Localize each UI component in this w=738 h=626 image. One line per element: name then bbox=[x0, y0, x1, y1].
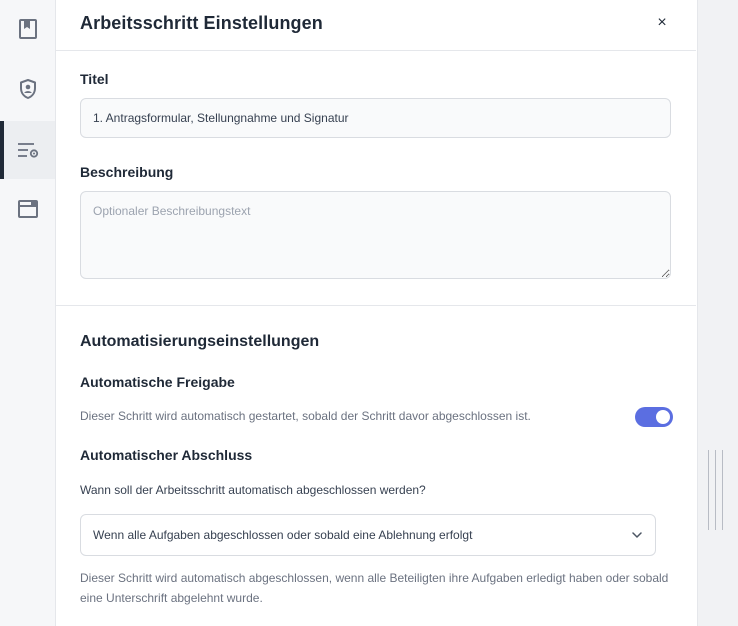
bookmark-icon bbox=[18, 19, 37, 39]
window-icon bbox=[17, 200, 38, 218]
automation-heading: Automatisierungseinstellungen bbox=[80, 333, 320, 350]
right-pane bbox=[697, 0, 738, 626]
resize-handle-line[interactable] bbox=[708, 450, 709, 530]
auto-complete-label: Automatischer Abschluss bbox=[80, 447, 253, 463]
toggle-knob bbox=[656, 410, 670, 424]
sidebar-item-layout[interactable] bbox=[0, 180, 55, 238]
chevron-down-icon bbox=[632, 532, 642, 538]
sidebar-item-bookmark[interactable] bbox=[0, 0, 55, 58]
auto-release-description: Dieser Schritt wird automatisch gestarte… bbox=[80, 409, 531, 423]
auto-release-toggle[interactable] bbox=[635, 407, 673, 427]
step-settings-panel: Arbeitsschritt Einstellungen × Titel Bes… bbox=[56, 0, 696, 626]
close-icon: × bbox=[657, 14, 667, 31]
list-settings-icon bbox=[17, 143, 38, 158]
auto-complete-question: Wann soll der Arbeitsschritt automatisch… bbox=[80, 483, 426, 497]
description-label: Beschreibung bbox=[80, 164, 174, 180]
title-input[interactable] bbox=[80, 98, 671, 138]
panel-title: Arbeitsschritt Einstellungen bbox=[80, 13, 323, 33]
close-button[interactable]: × bbox=[652, 13, 672, 33]
description-textarea[interactable] bbox=[80, 191, 671, 279]
resize-handle-line[interactable] bbox=[722, 450, 723, 530]
sidebar-item-permissions[interactable] bbox=[0, 60, 55, 118]
icon-sidebar bbox=[0, 0, 56, 626]
panel-header: Arbeitsschritt Einstellungen × bbox=[56, 0, 696, 51]
auto-complete-select[interactable]: Wenn alle Aufgaben abgeschlossen oder so… bbox=[80, 514, 656, 556]
title-label: Titel bbox=[80, 71, 109, 87]
sidebar-item-step-settings[interactable] bbox=[0, 121, 55, 179]
auto-complete-help: Dieser Schritt wird automatisch abgeschl… bbox=[80, 571, 669, 605]
automation-section: Automatisierungseinstellungen Automatisc… bbox=[56, 306, 696, 626]
auto-complete-selected-value: Wenn alle Aufgaben abgeschlossen oder so… bbox=[93, 528, 473, 542]
resize-handle-line[interactable] bbox=[715, 450, 716, 530]
shield-user-icon bbox=[19, 79, 36, 99]
auto-release-label: Automatische Freigabe bbox=[80, 374, 235, 390]
general-section: Titel Beschreibung bbox=[56, 51, 696, 306]
